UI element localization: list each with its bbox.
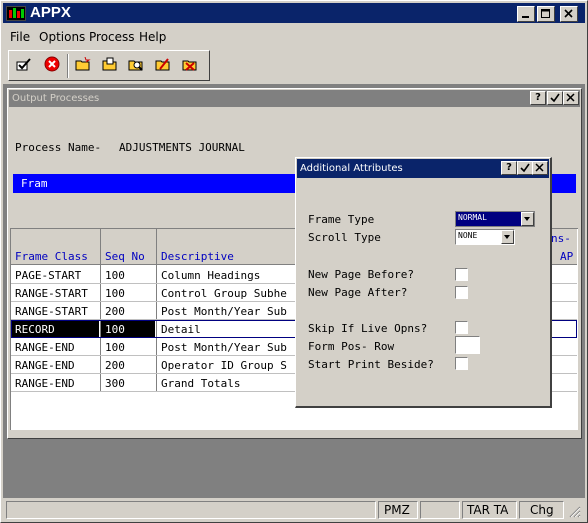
col-header-descriptive[interactable]: Descriptive: [161, 250, 234, 263]
cell-seq-no[interactable]: 100: [105, 287, 156, 300]
cell-descriptive[interactable]: Control Group Subhe: [161, 287, 296, 300]
cell-seq-no[interactable]: 100: [105, 323, 156, 336]
scroll-type-select[interactable]: NONE: [455, 229, 515, 245]
cell-descriptive[interactable]: Post Month/Year Sub: [161, 305, 296, 318]
close-icon: [564, 9, 573, 18]
status-pane-tar: TAR TA: [462, 501, 517, 519]
col-header-ap[interactable]: AP: [560, 250, 573, 263]
scroll-type-dropdown-button[interactable]: [501, 230, 514, 244]
start-print-beside-label: Start Print Beside?: [308, 358, 434, 371]
open-folder-icon[interactable]: [102, 57, 118, 71]
maximize-icon: [541, 9, 550, 18]
frame-type-select[interactable]: NORMAL: [455, 211, 535, 227]
new-page-before-label: New Page Before?: [308, 268, 414, 281]
resize-grip-icon[interactable]: [567, 504, 581, 518]
cell-seq-no[interactable]: 200: [105, 305, 156, 318]
dialog-ok-button[interactable]: [517, 161, 533, 175]
form-pos-row-input[interactable]: [455, 336, 480, 354]
cell-descriptive[interactable]: Operator ID Group S: [161, 359, 296, 372]
status-pane-1: [6, 501, 376, 519]
check-icon: [520, 163, 530, 173]
menu-options[interactable]: Options: [39, 29, 85, 45]
chevron-down-icon: [524, 217, 530, 221]
process-name-label: Process Name-: [15, 141, 102, 154]
dialog-help-button[interactable]: ?: [501, 161, 517, 175]
start-print-beside-checkbox[interactable]: [455, 357, 468, 370]
minimize-button[interactable]: [517, 6, 535, 22]
status-pane-chg: Chg: [519, 501, 564, 519]
cell-descriptive[interactable]: Grand Totals: [161, 377, 296, 390]
menu-process[interactable]: Process: [89, 29, 135, 45]
frame-type-label: Frame Type: [308, 213, 375, 226]
help-icon: ?: [535, 92, 541, 103]
skip-if-live-label: Skip If Live Opns?: [308, 322, 428, 335]
cell-seq-no[interactable]: 100: [105, 269, 156, 282]
cell-frame-class[interactable]: PAGE-START: [15, 269, 100, 282]
check-icon[interactable]: [16, 57, 32, 71]
scroll-type-label: Scroll Type: [308, 231, 381, 244]
status-pane-3: [420, 501, 460, 519]
form-pos-row-label: Form Pos- Row: [308, 340, 395, 353]
scroll-type-value: NONE: [458, 231, 478, 240]
cell-frame-class[interactable]: RANGE-START: [15, 305, 100, 318]
menu-help[interactable]: Help: [139, 29, 166, 45]
dialog-close-button[interactable]: [532, 161, 548, 175]
new-folder-icon[interactable]: [75, 57, 91, 71]
appx-logo-icon: [6, 6, 26, 21]
output-help-button[interactable]: ?: [530, 91, 546, 105]
minimize-icon: [522, 16, 529, 18]
cell-descriptive[interactable]: Detail: [161, 323, 296, 336]
cell-frame-class[interactable]: RANGE-END: [15, 359, 100, 372]
delete-folder-icon[interactable]: [182, 57, 198, 71]
output-close-button[interactable]: [563, 91, 579, 105]
chevron-down-icon: [504, 235, 510, 239]
frame-type-value: NORMAL: [458, 213, 487, 222]
maximize-button[interactable]: [537, 6, 555, 22]
cancel-icon[interactable]: [44, 56, 60, 72]
cell-seq-no[interactable]: 200: [105, 359, 156, 372]
cell-frame-class[interactable]: RANGE-START: [15, 287, 100, 300]
window-title: APPX: [30, 4, 71, 21]
col-header-frame-class[interactable]: Frame Class: [15, 250, 88, 263]
edit-folder-icon[interactable]: [155, 57, 171, 71]
status-pane-pmz: PMZ: [378, 501, 418, 519]
frame-type-dropdown-button[interactable]: [521, 212, 534, 226]
dialog-title: Additional Attributes: [300, 163, 403, 174]
toolbar-separator: [67, 54, 69, 78]
help-icon: ?: [506, 162, 512, 173]
close-button[interactable]: [560, 6, 578, 22]
search-folder-icon[interactable]: [128, 57, 144, 71]
output-ok-button[interactable]: [547, 91, 563, 105]
cell-descriptive[interactable]: Post Month/Year Sub: [161, 341, 296, 354]
new-page-after-label: New Page After?: [308, 286, 408, 299]
output-processes-title: Output Processes: [12, 93, 100, 104]
cell-frame-class[interactable]: RANGE-END: [15, 377, 100, 390]
menu-file[interactable]: File: [10, 29, 30, 45]
close-icon: [535, 163, 544, 172]
col-header-seq-no[interactable]: Seq No: [105, 250, 145, 263]
new-page-before-checkbox[interactable]: [455, 268, 468, 281]
cell-descriptive[interactable]: Column Headings: [161, 269, 296, 282]
skip-if-live-checkbox[interactable]: [455, 321, 468, 334]
cell-frame-class[interactable]: RECORD: [15, 323, 100, 336]
col-header-trans[interactable]: ns-: [551, 232, 571, 245]
check-icon: [550, 93, 560, 103]
cell-frame-class[interactable]: RANGE-END: [15, 341, 100, 354]
new-page-after-checkbox[interactable]: [455, 286, 468, 299]
cell-seq-no[interactable]: 100: [105, 341, 156, 354]
frame-header-text: Fram: [21, 177, 48, 190]
status-tar-text: TAR TA: [467, 503, 509, 517]
close-icon: [566, 93, 575, 102]
cell-seq-no[interactable]: 300: [105, 377, 156, 390]
process-name-value: ADJUSTMENTS JOURNAL: [119, 141, 245, 154]
status-pmz-text: PMZ: [384, 503, 410, 517]
title-bar: [3, 3, 585, 23]
status-chg-text: Chg: [530, 503, 554, 517]
